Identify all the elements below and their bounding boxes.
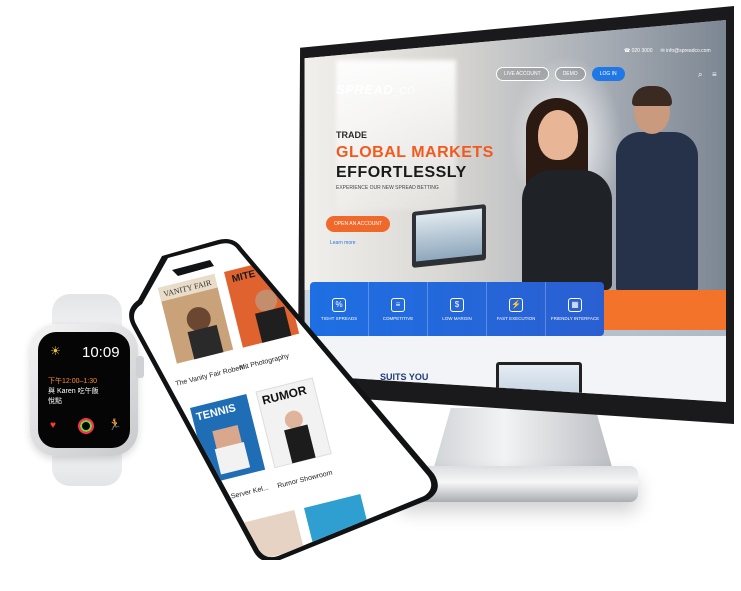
smartwatch: ☀ 10:09 下午12:00–1:30 與 Karen 吃午飯 悅點 ♥ 🏃 xyxy=(28,294,146,486)
watch-time: 10:09 xyxy=(82,344,120,361)
hero-man-image xyxy=(616,86,698,292)
live-account-button[interactable]: LIVE ACCOUNT xyxy=(496,67,549,81)
workout-icon[interactable]: 🏃 xyxy=(108,418,122,431)
top-contact-bar: ☎ 020 3000 ✉ info@spreadco.com xyxy=(624,48,711,54)
watch-crown[interactable] xyxy=(136,356,144,378)
menu-icon[interactable]: ≡ xyxy=(712,70,721,79)
coins-icon: $ xyxy=(450,297,464,312)
phone-contact[interactable]: ☎ 020 3000 xyxy=(624,48,652,54)
hero-kicker: TRADE xyxy=(336,130,367,140)
top-nav: LIVE ACCOUNT DEMO LOG IN xyxy=(496,66,625,82)
demo-button[interactable]: DEMO xyxy=(554,67,586,81)
orange-accent-strip xyxy=(596,290,726,330)
smartphone: VANITY FAIR MITE The Vanity Fair Robert.… xyxy=(129,239,438,560)
hero-tagline: EXPERIENCE OUR NEW SPREAD BETTING xyxy=(336,185,439,191)
heart-icon[interactable]: ♥ xyxy=(50,420,56,431)
hero-woman-image xyxy=(522,98,612,290)
lightning-icon: ⚡ xyxy=(509,297,523,312)
chart-icon: ▦ xyxy=(568,297,582,312)
weather-icon[interactable]: ☀ xyxy=(50,344,61,358)
watch-face: ☀ 10:09 下午12:00–1:30 與 Karen 吃午飯 悅點 ♥ 🏃 xyxy=(38,332,130,448)
event-time[interactable]: 下午12:00–1:30 xyxy=(48,376,97,386)
open-account-button[interactable]: OPEN AN ACCOUNT xyxy=(326,216,390,232)
email-contact[interactable]: ✉ info@spreadco.com xyxy=(660,48,710,54)
event-title[interactable]: 與 Karen 吃午飯 xyxy=(48,386,99,396)
hero-line-2: EFFORTLESSLY xyxy=(336,164,467,181)
feature-item[interactable]: ▦ FRIENDLY INTERFACE xyxy=(546,282,604,336)
login-button[interactable]: LOG IN xyxy=(591,67,625,81)
site-logo[interactable]: SPREAD_CO xyxy=(336,82,415,97)
activity-rings-icon[interactable] xyxy=(78,418,94,434)
event-place[interactable]: 悅點 xyxy=(48,396,62,406)
hero-line-1: GLOBAL MARKETS xyxy=(336,144,494,161)
feature-item[interactable]: ⚡ FAST EXECUTION xyxy=(487,282,546,336)
search-icon[interactable]: ⌕ xyxy=(698,70,707,79)
